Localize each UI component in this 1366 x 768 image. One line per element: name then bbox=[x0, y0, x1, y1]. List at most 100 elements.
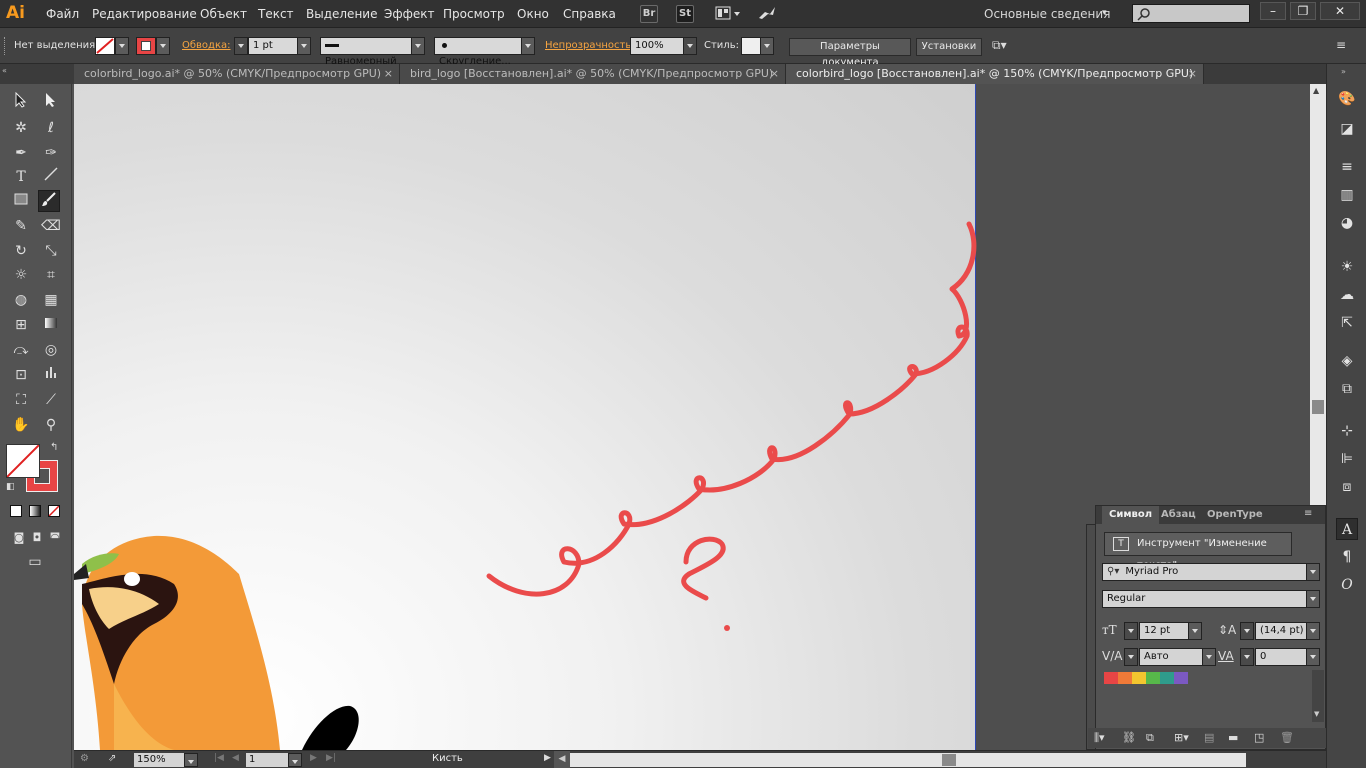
variable-width-profile[interactable]: Равномерный bbox=[320, 37, 412, 67]
perspective-icon[interactable]: ▦ bbox=[40, 289, 62, 311]
pathfinder-panel-icon[interactable]: ⧈ bbox=[1336, 476, 1358, 498]
zoom-field[interactable]: 150% bbox=[134, 753, 184, 767]
color-guide-icon[interactable]: 🎨 bbox=[1336, 88, 1358, 110]
menu-edit[interactable]: Редактирование bbox=[92, 7, 197, 21]
magic-wand-icon[interactable]: ✲ bbox=[10, 117, 32, 139]
graphic-style-dropdown[interactable] bbox=[760, 37, 774, 55]
none-mode-icon[interactable] bbox=[48, 505, 60, 517]
new-color-group-icon[interactable]: ⧉ bbox=[1146, 731, 1154, 745]
tab-colorbird-logo-recovered[interactable]: colorbird_logo [Восстановлен].ai* @ 150%… bbox=[786, 64, 1204, 84]
fill-dropdown[interactable] bbox=[115, 37, 129, 55]
stroke-weight-dropdown[interactable] bbox=[297, 37, 311, 55]
paragraph-panel-icon[interactable]: ¶ bbox=[1336, 546, 1358, 568]
gradient-panel-icon[interactable]: ▥ bbox=[1336, 184, 1358, 206]
swatch-red[interactable] bbox=[1104, 672, 1118, 684]
shape-builder-icon[interactable]: ◍ bbox=[10, 289, 32, 311]
prev-artboard-icon[interactable]: ◀ bbox=[232, 753, 239, 763]
swap-fill-stroke-icon[interactable]: ↰ bbox=[50, 442, 58, 453]
screen-mode-icon[interactable]: ▭ bbox=[24, 551, 46, 573]
pen-icon[interactable]: ✒ bbox=[10, 142, 32, 164]
expand-panels-icon[interactable]: » bbox=[1341, 67, 1346, 76]
font-size-field[interactable]: 12 pt bbox=[1139, 622, 1189, 640]
leading-dropdown[interactable] bbox=[1306, 622, 1320, 640]
font-style-field[interactable]: Regular bbox=[1102, 590, 1320, 608]
panel-scrollbar[interactable]: ▼ bbox=[1312, 670, 1324, 722]
tab-colorbird-logo[interactable]: colorbird_logo.ai* @ 50% (CMYK/Предпросм… bbox=[74, 64, 400, 84]
last-artboard-icon[interactable]: ▶| bbox=[326, 753, 336, 763]
libraries-panel-icon[interactable]: ☁ bbox=[1336, 284, 1358, 306]
stroke-stepper[interactable] bbox=[234, 37, 248, 55]
stroke-dropdown[interactable] bbox=[156, 37, 170, 55]
transform-panel-icon[interactable]: ⊹ bbox=[1336, 420, 1358, 442]
arrange-icon[interactable]: ⧉▾ bbox=[992, 38, 1007, 53]
preferences-button[interactable]: Установки bbox=[916, 38, 982, 56]
asset-export-icon[interactable]: ⇱ bbox=[1336, 312, 1358, 334]
brush-definition[interactable]: Скругление... bbox=[434, 37, 522, 67]
swatch-yellow[interactable] bbox=[1132, 672, 1146, 684]
zoom-dropdown[interactable] bbox=[184, 753, 198, 767]
bridge-button[interactable]: Br bbox=[640, 5, 658, 23]
new-swatch-icon[interactable]: ◳ bbox=[1254, 731, 1264, 744]
blend-icon[interactable]: ◎ bbox=[40, 339, 62, 361]
stroke-label[interactable]: Обводка: bbox=[182, 40, 231, 51]
touch-type-tool-button[interactable]: T Инструмент "Изменение текста" bbox=[1104, 532, 1292, 571]
close-icon[interactable]: × bbox=[1188, 64, 1197, 84]
kerning-field[interactable]: Авто bbox=[1139, 648, 1203, 666]
arrange-documents-icon[interactable] bbox=[714, 5, 742, 23]
rectangle-icon[interactable] bbox=[10, 190, 32, 212]
fill-swatch[interactable] bbox=[95, 37, 115, 55]
line-icon[interactable] bbox=[40, 166, 62, 188]
selection-icon[interactable] bbox=[10, 91, 32, 114]
stroke-panel-icon[interactable]: ≡ bbox=[1336, 156, 1358, 178]
mesh-icon[interactable]: ⊞ bbox=[10, 314, 32, 336]
appearance-panel-icon[interactable]: ☀ bbox=[1336, 256, 1358, 278]
direct-selection-icon[interactable] bbox=[40, 92, 62, 114]
curvature-icon[interactable]: ✑ bbox=[40, 142, 62, 164]
warp-icon[interactable]: ☼ bbox=[10, 264, 32, 286]
tab-opentype[interactable]: OpenType bbox=[1200, 506, 1270, 524]
close-icon[interactable]: × bbox=[770, 64, 779, 84]
next-artboard-icon[interactable]: ▶ bbox=[310, 753, 317, 763]
hand-icon[interactable]: ✋ bbox=[10, 414, 32, 436]
panel-menu-icon[interactable]: ≡ bbox=[1336, 38, 1346, 52]
scroll-left-icon[interactable]: ◀ bbox=[554, 751, 570, 768]
opacity-field[interactable]: 100% bbox=[630, 37, 684, 55]
tracking-field[interactable]: 0 bbox=[1255, 648, 1307, 666]
stock-button[interactable]: St bbox=[676, 5, 694, 23]
fill-color-box[interactable] bbox=[6, 444, 40, 478]
link-icon[interactable]: ⛓ bbox=[1122, 731, 1136, 744]
profile-dropdown[interactable] bbox=[411, 37, 425, 55]
delete-icon[interactable]: 🗑 bbox=[1280, 731, 1294, 744]
swatch-options-icon[interactable]: ▤ bbox=[1204, 731, 1214, 744]
eyedropper-icon[interactable]: ⤼ bbox=[10, 339, 32, 361]
align-panel-icon[interactable]: ⊫ bbox=[1336, 448, 1358, 470]
horizontal-scrollbar[interactable] bbox=[570, 753, 1246, 767]
font-style-dropdown[interactable] bbox=[1306, 590, 1320, 608]
maximize-button[interactable]: ❐ bbox=[1290, 2, 1316, 20]
opacity-label[interactable]: Непрозрачность: bbox=[545, 40, 635, 51]
menu-type[interactable]: Текст bbox=[258, 7, 294, 21]
swatch-orange[interactable] bbox=[1118, 672, 1132, 684]
layers-panel-icon[interactable]: ◈ bbox=[1336, 350, 1358, 372]
document-setup-button[interactable]: Параметры документа bbox=[789, 38, 911, 68]
chevron-down-icon[interactable]: ▾ bbox=[1102, 8, 1107, 18]
menu-view[interactable]: Просмотр bbox=[443, 7, 505, 21]
slice-icon[interactable]: ⟋ bbox=[40, 389, 62, 411]
menu-select[interactable]: Выделение bbox=[306, 7, 377, 21]
tracking-stepper[interactable] bbox=[1240, 648, 1254, 666]
character-panel-icon[interactable]: A bbox=[1336, 518, 1358, 540]
cc-icon[interactable]: ⚙ bbox=[80, 753, 89, 764]
zoom-icon[interactable]: ⚲ bbox=[40, 414, 62, 436]
free-transform-icon[interactable]: ⌗ bbox=[40, 264, 62, 286]
eraser-icon[interactable]: ⌫ bbox=[40, 215, 62, 237]
default-fill-stroke-icon[interactable]: ◧ bbox=[6, 482, 15, 492]
gradient-icon[interactable] bbox=[40, 314, 62, 336]
show-kinds-icon[interactable]: ⊞▾ bbox=[1174, 731, 1189, 744]
pencil-icon[interactable]: ✎ bbox=[10, 215, 32, 237]
leading-field[interactable]: (14,4 pt) bbox=[1255, 622, 1307, 640]
tab-character[interactable]: Символ bbox=[1102, 506, 1160, 524]
rotate-icon[interactable]: ↻ bbox=[10, 240, 32, 262]
color-mode-icon[interactable] bbox=[10, 505, 22, 517]
workspace-switcher[interactable]: Основные сведения bbox=[984, 7, 1110, 21]
artboard-number-field[interactable]: 1 bbox=[246, 753, 288, 767]
